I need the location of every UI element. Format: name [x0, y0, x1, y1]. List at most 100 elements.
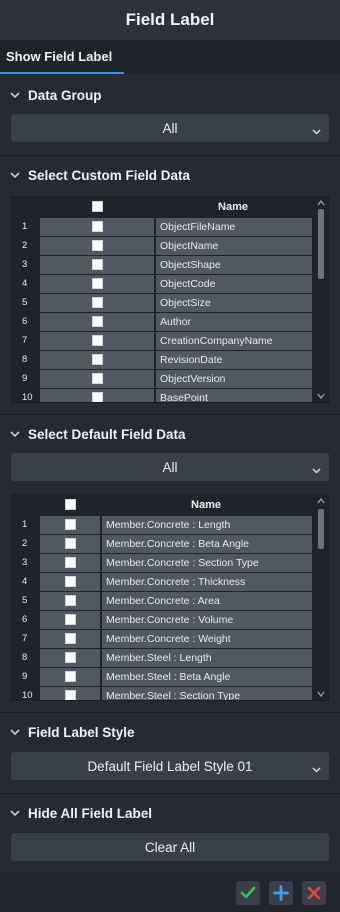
column-header-name[interactable]: Name	[100, 499, 312, 511]
row-checkbox[interactable]	[91, 373, 103, 384]
data-group-header[interactable]: Data Group	[0, 80, 340, 110]
custom-grid-scrollbar[interactable]	[315, 197, 327, 402]
window-title: Field Label	[0, 0, 340, 40]
column-header-name[interactable]: Name	[154, 201, 312, 213]
table-row[interactable]: 10 BasePoint	[12, 388, 312, 402]
add-button[interactable]	[269, 881, 293, 905]
table-row[interactable]: 8 RevisionDate	[12, 350, 312, 369]
table-row[interactable]: 10 Member.Steel : Section Type	[12, 686, 312, 700]
row-name[interactable]: Member.Steel : Length	[102, 648, 312, 667]
scroll-thumb[interactable]	[318, 509, 324, 549]
row-checkbox[interactable]	[64, 519, 76, 530]
row-name[interactable]: Author	[156, 312, 312, 331]
row-number: 5	[22, 595, 28, 606]
hide-all-header[interactable]: Hide All Field Label	[0, 798, 340, 828]
row-name[interactable]: Member.Steel : Beta Angle	[102, 667, 312, 686]
default-field-dropdown[interactable]: All	[11, 453, 329, 481]
label-style-heading: Field Label Style	[28, 724, 135, 740]
label-style-dropdown[interactable]: Default Field Label Style 01	[11, 752, 329, 780]
row-checkbox[interactable]	[64, 538, 76, 549]
row-name[interactable]: ObjectVersion	[156, 369, 312, 388]
table-row[interactable]: 5 Member.Concrete : Area	[12, 591, 312, 610]
row-checkbox[interactable]	[91, 240, 103, 251]
tab-show-field-label[interactable]: Show Field Label	[0, 40, 124, 74]
row-name[interactable]: ObjectFileName	[156, 217, 312, 236]
row-name[interactable]: ObjectName	[156, 236, 312, 255]
row-name[interactable]: RevisionDate	[156, 350, 312, 369]
chevron-down-icon	[312, 123, 321, 138]
row-name[interactable]: Member.Concrete : Thickness	[102, 572, 312, 591]
row-name[interactable]: BasePoint	[156, 388, 312, 402]
clear-all-button[interactable]: Clear All	[11, 833, 329, 861]
row-checkbox[interactable]	[64, 557, 76, 568]
row-checkbox-cell	[40, 369, 154, 388]
table-row[interactable]: 6 Member.Concrete : Volume	[12, 610, 312, 629]
row-name[interactable]: CreationCompanyName	[156, 331, 312, 350]
row-name[interactable]: Member.Concrete : Length	[102, 515, 312, 534]
cancel-button[interactable]	[302, 881, 326, 905]
scroll-down-icon[interactable]	[316, 392, 326, 400]
default-field-header[interactable]: Select Default Field Data	[0, 419, 340, 449]
row-checkbox[interactable]	[64, 690, 76, 700]
label-style-header[interactable]: Field Label Style	[0, 717, 340, 747]
row-name[interactable]: Member.Concrete : Weight	[102, 629, 312, 648]
data-group-dropdown[interactable]: All	[11, 114, 329, 142]
row-checkbox-cell	[40, 388, 154, 402]
row-name[interactable]: ObjectCode	[156, 274, 312, 293]
row-checkbox[interactable]	[64, 671, 76, 682]
table-row[interactable]: 9 ObjectVersion	[12, 369, 312, 388]
ok-button[interactable]	[236, 881, 260, 905]
grid-header: Name	[12, 197, 314, 216]
default-grid-scrollbar[interactable]	[315, 495, 327, 700]
row-name[interactable]: Member.Concrete : Beta Angle	[102, 534, 312, 553]
row-checkbox[interactable]	[91, 392, 103, 402]
table-row[interactable]: 4 Member.Concrete : Thickness	[12, 572, 312, 591]
row-checkbox[interactable]	[64, 633, 76, 644]
row-checkbox-cell	[40, 515, 100, 534]
select-all-checkbox[interactable]	[64, 499, 76, 510]
scroll-up-icon[interactable]	[316, 199, 326, 207]
table-row[interactable]: 7 Member.Concrete : Weight	[12, 629, 312, 648]
row-checkbox-cell	[40, 648, 100, 667]
row-name[interactable]: Member.Concrete : Section Type	[102, 553, 312, 572]
table-row[interactable]: 2 ObjectName	[12, 236, 312, 255]
table-row[interactable]: 5 ObjectSize	[12, 293, 312, 312]
row-checkbox[interactable]	[64, 576, 76, 587]
default-field-grid[interactable]: Name 1 Member.Concrete : Length 2 Member.Co…	[11, 494, 329, 701]
row-checkbox[interactable]	[91, 221, 103, 232]
row-number: 9	[22, 671, 28, 682]
scroll-down-icon[interactable]	[316, 690, 326, 698]
row-checkbox[interactable]	[91, 316, 103, 327]
custom-field-grid[interactable]: Name 1 ObjectFileName 2 ObjectName 3 ObjectSh…	[11, 196, 329, 403]
row-name[interactable]: ObjectShape	[156, 255, 312, 274]
table-row[interactable]: 2 Member.Concrete : Beta Angle	[12, 534, 312, 553]
row-checkbox[interactable]	[91, 297, 103, 308]
table-row[interactable]: 3 Member.Concrete : Section Type	[12, 553, 312, 572]
table-row[interactable]: 4 ObjectCode	[12, 274, 312, 293]
select-all-checkbox[interactable]	[91, 201, 103, 212]
row-checkbox[interactable]	[64, 595, 76, 606]
row-name[interactable]: Member.Concrete : Volume	[102, 610, 312, 629]
row-checkbox[interactable]	[64, 652, 76, 663]
row-checkbox[interactable]	[91, 354, 103, 365]
table-row[interactable]: 1 ObjectFileName	[12, 217, 312, 236]
table-row[interactable]: 7 CreationCompanyName	[12, 331, 312, 350]
row-checkbox[interactable]	[64, 614, 76, 625]
custom-field-heading: Select Custom Field Data	[28, 167, 191, 183]
row-number: 3	[22, 259, 28, 270]
row-name[interactable]: ObjectSize	[156, 293, 312, 312]
row-name[interactable]: Member.Steel : Section Type	[102, 686, 312, 700]
row-checkbox[interactable]	[91, 335, 103, 346]
table-row[interactable]: 6 Author	[12, 312, 312, 331]
table-row[interactable]: 9 Member.Steel : Beta Angle	[12, 667, 312, 686]
row-checkbox[interactable]	[91, 278, 103, 289]
row-name[interactable]: Member.Concrete : Area	[102, 591, 312, 610]
scroll-thumb[interactable]	[318, 209, 324, 279]
default-field-selected: All	[162, 459, 178, 475]
table-row[interactable]: 3 ObjectShape	[12, 255, 312, 274]
custom-field-header[interactable]: Select Custom Field Data	[0, 160, 340, 190]
scroll-up-icon[interactable]	[316, 497, 326, 505]
table-row[interactable]: 8 Member.Steel : Length	[12, 648, 312, 667]
row-checkbox[interactable]	[91, 259, 103, 270]
table-row[interactable]: 1 Member.Concrete : Length	[12, 515, 312, 534]
